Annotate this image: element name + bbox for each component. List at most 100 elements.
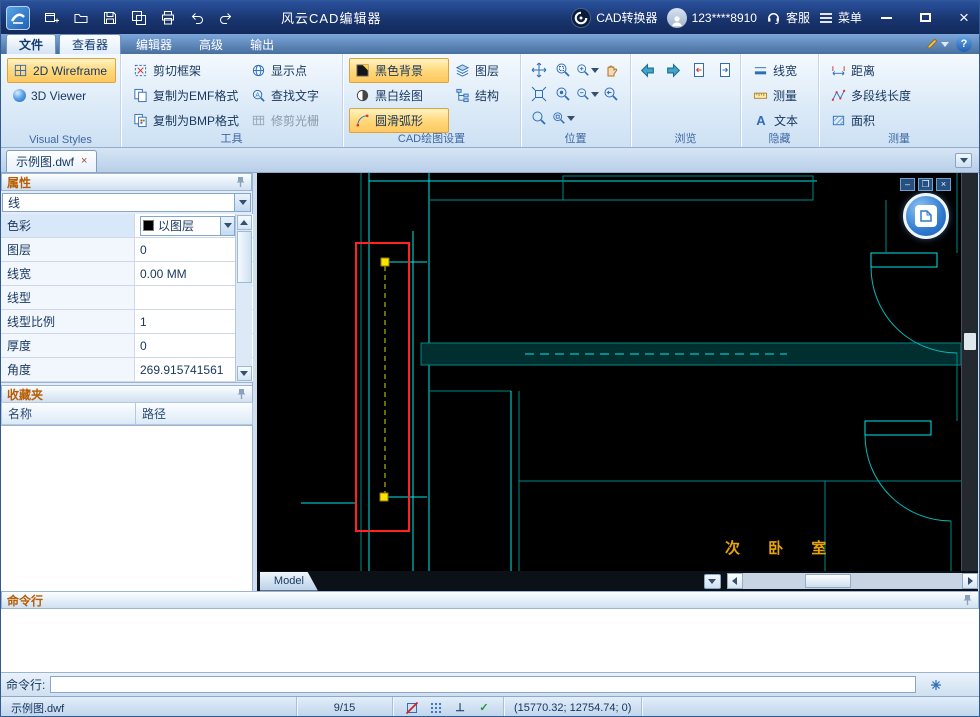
pan-hand-icon[interactable] [599,58,623,82]
pin-icon[interactable] [235,176,246,188]
group-label: 隐藏 [768,133,791,145]
model-tab[interactable]: Model [260,571,318,591]
tab-advanced[interactable]: 高级 [187,34,235,54]
command-options-icon[interactable] [929,678,943,692]
cad-file-icon [915,205,937,227]
zoom-out-icon[interactable] [575,82,599,106]
property-row: 厚度 0 [1,334,253,358]
clip-frame-button[interactable]: 剪切框架 [127,58,245,83]
redo-icon[interactable] [217,9,235,27]
scrollbar-thumb[interactable] [236,231,252,283]
open-folder-icon[interactable] [72,9,90,27]
hamburger-icon [819,12,833,24]
menu-button[interactable]: 菜单 [819,9,862,26]
zoom-window-icon[interactable] [551,58,575,82]
doc-restore-icon[interactable]: ❐ [918,178,933,191]
osnap-toggle-icon[interactable]: ✓ [475,699,493,717]
layout-expand-button[interactable] [703,573,721,589]
maximize-button[interactable] [910,5,940,31]
horizontal-scrollbar[interactable] [726,573,978,589]
document-tab[interactable]: 示例图.dwf × [6,150,98,172]
cad-drawing[interactable] [257,173,961,571]
customer-service-button[interactable]: 客服 [766,9,810,26]
tab-viewer[interactable]: 查看器 [59,34,122,54]
grid-toggle-icon[interactable] [427,699,445,717]
scroll-right-icon[interactable] [962,573,978,589]
ortho-toggle-icon[interactable]: ⊥ [451,699,469,717]
zoom-extents-icon[interactable] [527,82,551,106]
pin-icon[interactable] [962,594,973,606]
new-window-icon[interactable] [43,9,61,27]
back-arrow-icon[interactable] [637,60,657,80]
cad-converter-button[interactable]: CAD转换器 [571,7,658,28]
toggle-measure-button[interactable]: 测量 [747,83,814,108]
tabbar-expand-button[interactable] [955,153,972,168]
distance-icon [832,66,845,76]
command-input[interactable] [50,676,917,693]
zoom-scale-icon[interactable] [551,82,575,106]
tab-editor[interactable]: 编辑器 [124,34,184,54]
tab-output[interactable]: 输出 [238,34,286,54]
layers-button[interactable]: 图层 [449,58,513,83]
command-history[interactable] [1,609,979,673]
measure-distance-button[interactable]: 距离 [825,58,975,83]
help-button[interactable]: ? [956,36,972,52]
customize-style-button[interactable] [925,37,949,51]
measure-polyline-button[interactable]: 多段线长度 [825,83,975,108]
show-points-button[interactable]: 显示点 [245,58,337,83]
next-page-icon[interactable] [715,60,735,80]
grip-bottom[interactable] [379,492,389,502]
minimize-button[interactable] [871,5,901,31]
zoom-all-icon[interactable] [551,106,575,130]
scroll-up-icon[interactable] [236,215,252,230]
copy-emf-button[interactable]: 复制为EMF格式 [127,83,245,108]
scrollbar-thumb[interactable] [804,574,851,588]
doc-minimize-icon[interactable]: – [900,178,915,191]
wireframe-2d-button[interactable]: 2D Wireframe [7,58,116,83]
favorites-list[interactable] [1,425,252,591]
group-position: 位置 [521,54,631,147]
scroll-down-icon[interactable] [236,366,252,381]
scrollbar-thumb[interactable] [964,333,976,350]
doc-close-icon[interactable]: × [936,178,951,191]
structure-button[interactable]: 结构 [449,83,513,108]
smooth-arc-icon [356,114,369,127]
bw-drawing-button[interactable]: 黑白绘图 [349,83,449,108]
print-icon[interactable] [159,9,177,27]
color-select[interactable]: 以图层 [140,215,235,236]
chevron-down-icon[interactable] [220,216,234,235]
previous-page-icon[interactable] [689,60,709,80]
entity-type-select[interactable]: 线 [2,193,251,212]
ribbon: 2D Wireframe 3D Viewer Visual Styles 剪切框… [1,54,979,148]
column-header-path[interactable]: 路径 [136,402,253,425]
app-badge-icon [903,193,949,239]
pan-move-icon[interactable] [527,58,551,82]
column-header-name[interactable]: 名称 [1,402,136,425]
pin-icon[interactable] [236,388,247,400]
tab-file[interactable]: 文件 [6,34,57,54]
grip-top[interactable] [380,257,390,267]
title-bar: 风云CAD编辑器 CAD转换器 123****8910 客服 菜单 × [1,1,979,34]
save-all-icon[interactable] [130,9,148,27]
zoom-previous-icon[interactable] [599,82,623,106]
undo-icon[interactable] [188,9,206,27]
toggle-linewidth-button[interactable]: 线宽 [747,58,814,83]
scroll-left-icon[interactable] [726,573,743,589]
zoom-center-icon[interactable] [527,106,551,130]
zoom-in-icon[interactable] [575,58,599,82]
viewer-3d-button[interactable]: 3D Viewer [7,83,116,108]
save-icon[interactable] [101,9,119,27]
snap-toggle-icon[interactable] [403,699,421,717]
black-background-button[interactable]: 黑色背景 [349,58,449,83]
drawing-viewport[interactable]: – ❐ × 次 卧 室 [257,173,961,571]
polyline-icon [831,89,846,101]
chevron-down-icon[interactable] [234,194,250,211]
property-grid-scrollbar[interactable] [235,214,252,382]
account-button[interactable]: 123****8910 [666,7,757,28]
tab-close-icon[interactable]: × [81,156,87,167]
vertical-scrollbar[interactable] [961,173,978,571]
find-text-button[interactable]: A 查找文字 [245,83,337,108]
left-panel: 属性 线 色彩 以图层 图层 0 线宽 0.00 MM 线型 线型比例 1 厚度… [1,173,253,591]
forward-arrow-icon[interactable] [663,60,683,80]
close-button[interactable]: × [949,5,979,31]
